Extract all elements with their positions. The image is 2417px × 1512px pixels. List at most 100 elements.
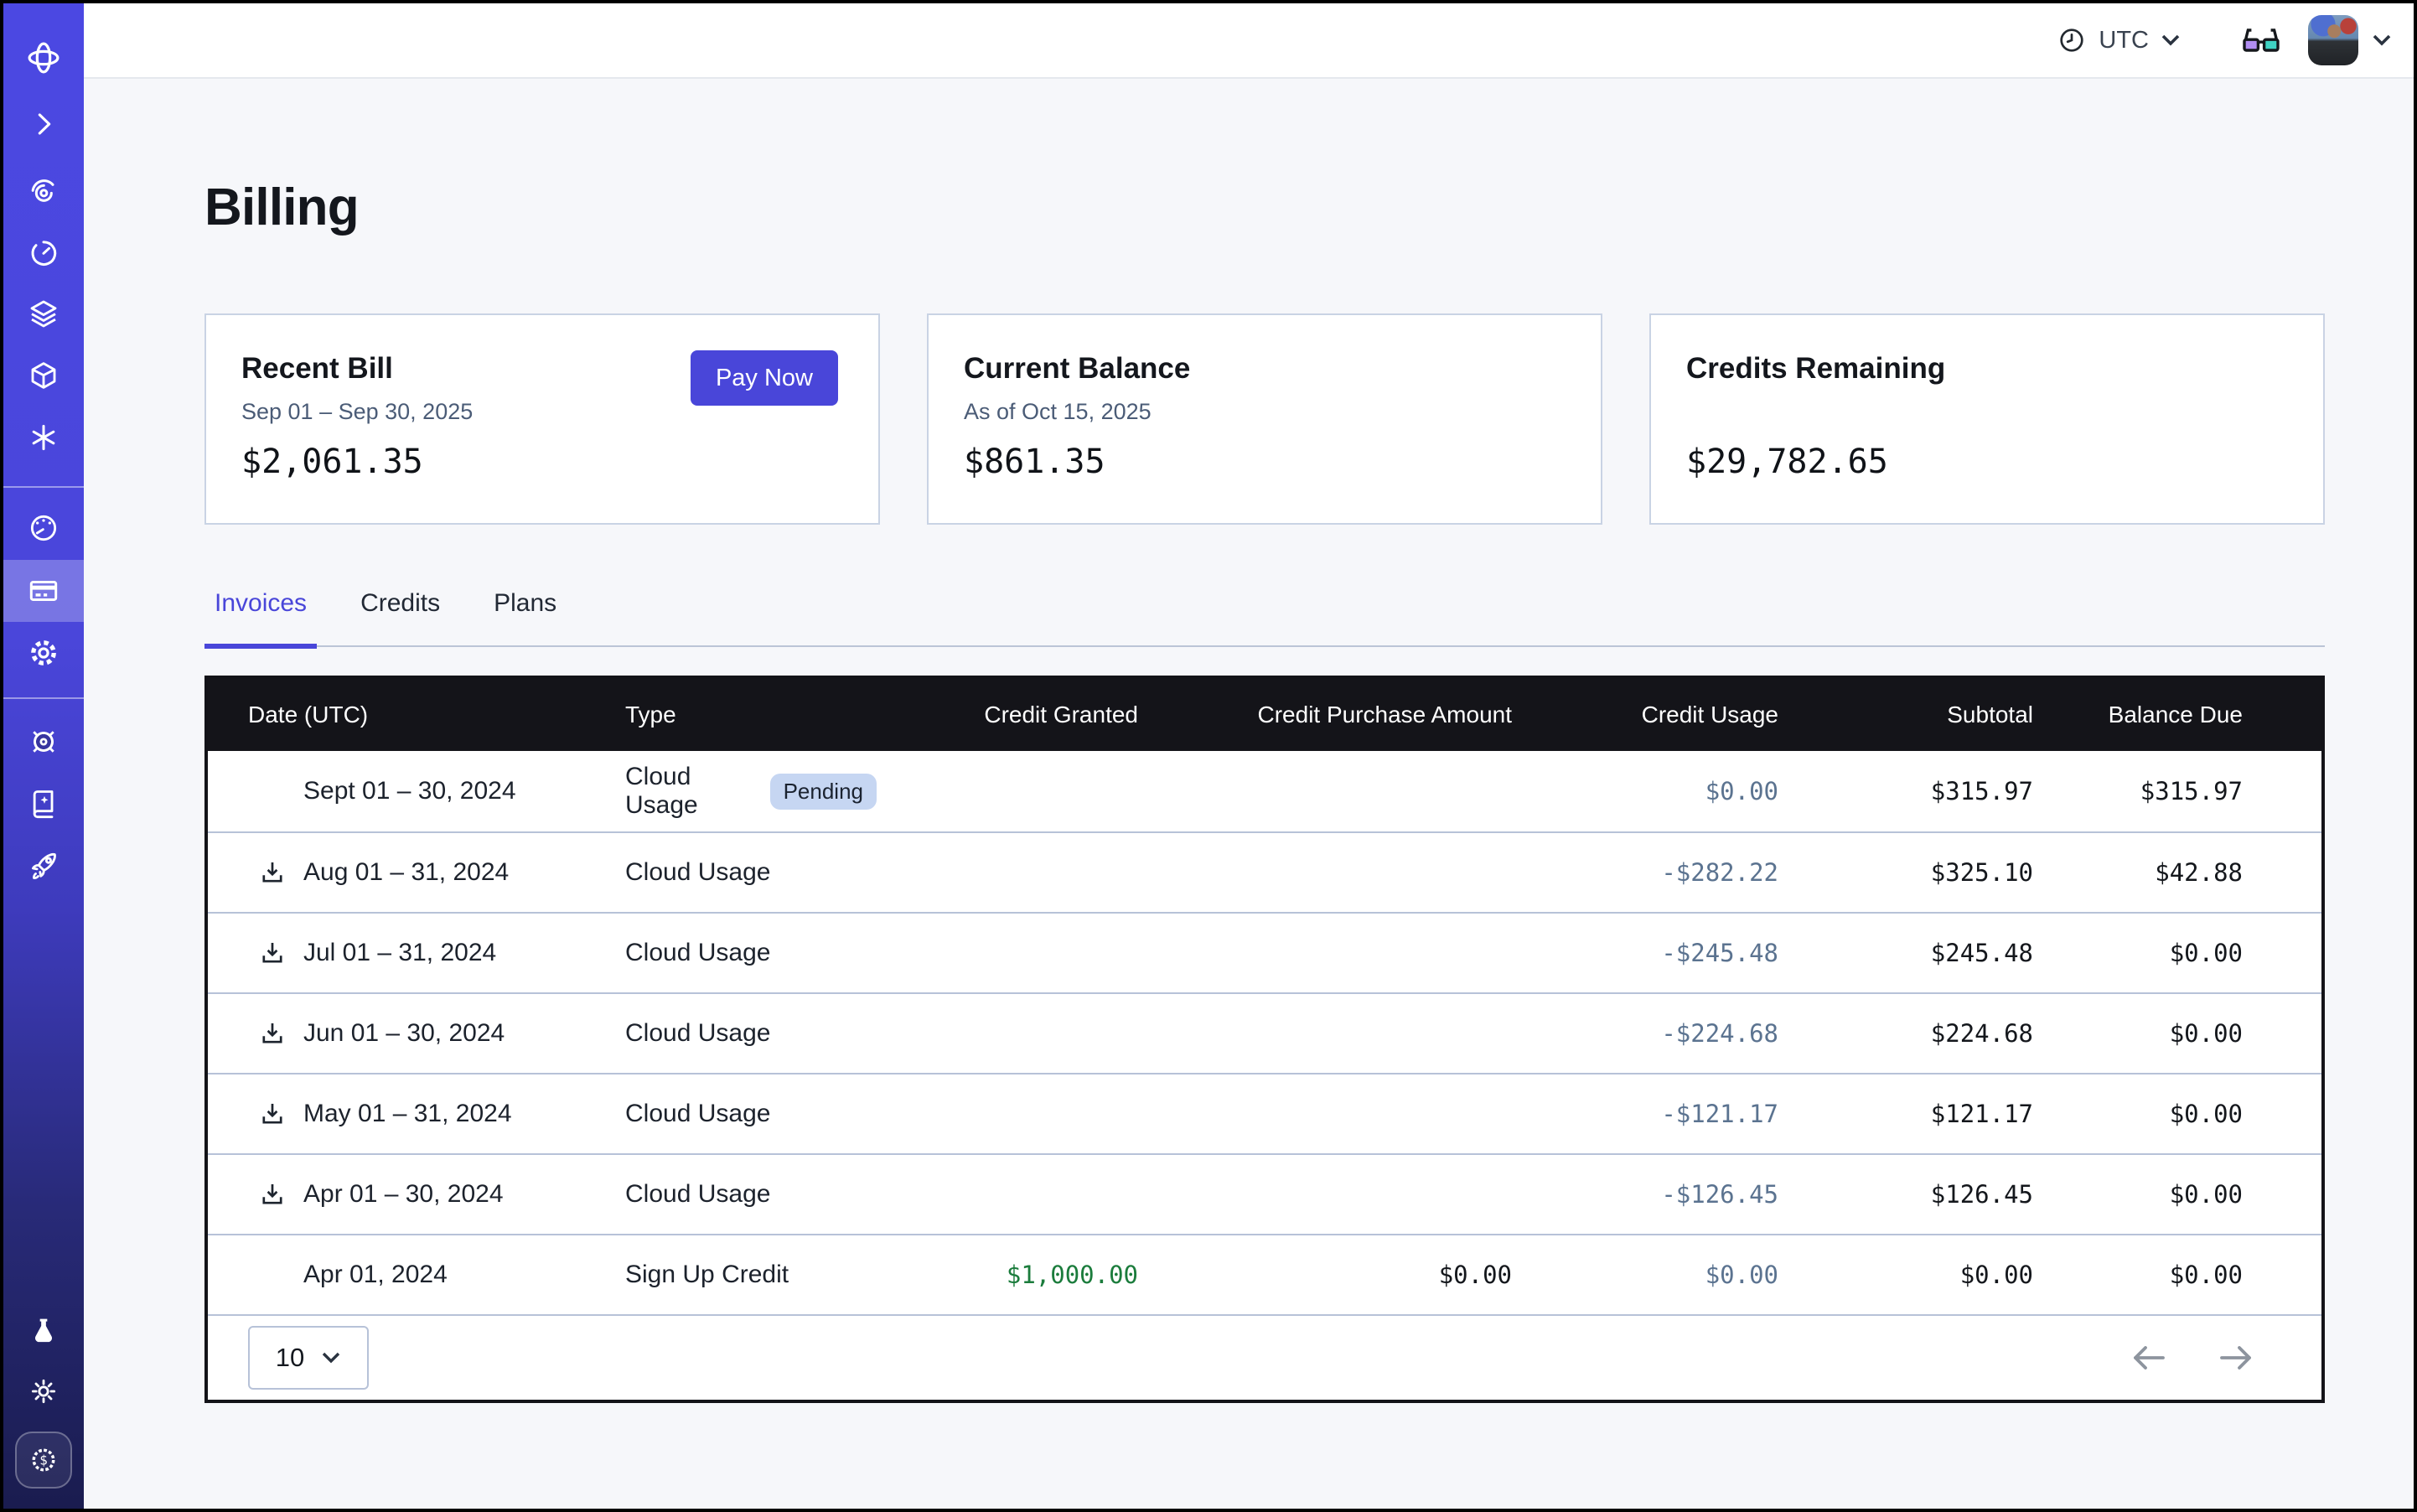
balance-as-of: As of Oct 15, 2025 <box>964 399 1152 425</box>
topbar: UTC <box>84 3 2414 79</box>
chevron-down-icon <box>2161 33 2181 48</box>
column-header-credit-granted: Credit Granted <box>877 702 1178 728</box>
billing-page: $ UTC Billing Recent Bill Sep 01 – Sep 3… <box>0 0 2417 1512</box>
subtotal-cell: $325.10 <box>1819 858 2073 887</box>
invoice-type: Cloud Usage <box>625 1180 770 1209</box>
invoice-date-cell: Apr 01, 2024 <box>208 1261 625 1289</box>
ship-wheel-icon[interactable] <box>3 724 84 759</box>
asterisk-icon[interactable] <box>3 421 84 454</box>
invoice-type-cell: Cloud UsagePending <box>625 763 877 820</box>
billing-card-icon[interactable] <box>3 573 84 608</box>
credit-granted-cell: $1,000.00 <box>877 1261 1178 1289</box>
table-row: Apr 01 – 30, 2024Cloud Usage -$126.45$126… <box>208 1153 2321 1234</box>
user-avatar <box>2308 15 2358 65</box>
next-page-arrow[interactable] <box>2218 1344 2254 1371</box>
layers-icon[interactable] <box>3 297 84 330</box>
download-invoice-icon[interactable] <box>258 1180 287 1209</box>
credits-remaining-card: Credits Remaining $29,782.65 <box>1649 313 2325 525</box>
column-header-type: Type <box>625 702 877 728</box>
invoice-type: Cloud Usage <box>625 939 770 967</box>
sidebar: $ <box>3 3 84 1509</box>
table-footer: 10 <box>208 1314 2321 1400</box>
docs-book-icon[interactable] <box>3 786 84 820</box>
usage-gauge-icon[interactable] <box>3 511 84 545</box>
invoice-type-cell: Sign Up Credit <box>625 1261 877 1289</box>
page-title: Billing <box>204 178 359 237</box>
invoice-type: Cloud Usage <box>625 1100 770 1128</box>
table-row: Apr 01, 2024Sign Up Credit$1,000.00$0.00… <box>208 1234 2321 1314</box>
invoice-type-cell: Cloud Usage <box>625 939 877 967</box>
table-row: Sept 01 – 30, 2024 Cloud UsagePending $0.0… <box>208 751 2321 831</box>
download-invoice-icon[interactable] <box>258 939 287 967</box>
credit-usage-cell: -$224.68 <box>1552 1019 1819 1048</box>
table-row: May 01 – 31, 2024Cloud Usage-$121.17$121… <box>208 1073 2321 1153</box>
pagination-controls <box>2130 1344 2254 1371</box>
invoice-date-cell: Apr 01 – 30, 2024 <box>208 1180 625 1209</box>
invoice-date: Jul 01 – 31, 2024 <box>303 939 496 967</box>
subtotal-cell: $0.00 <box>1819 1261 2073 1289</box>
page-size-select[interactable]: 10 <box>248 1326 369 1390</box>
tab-invoices[interactable]: Invoices <box>204 585 317 645</box>
invoice-type: Sign Up Credit <box>625 1261 789 1289</box>
credits-remaining-amount: $29,782.65 <box>1686 443 1888 481</box>
current-balance-amount: $861.35 <box>964 443 1105 481</box>
chevron-down-icon <box>2372 33 2392 48</box>
labs-flask-icon[interactable] <box>3 1314 84 1348</box>
subtotal-cell: $126.45 <box>1819 1180 2073 1209</box>
billing-tabs: Invoices Credits Plans <box>204 585 2325 647</box>
rocket-icon[interactable] <box>3 848 84 883</box>
clock-icon <box>2057 25 2087 55</box>
card-title: Credits Remaining <box>1686 352 1945 386</box>
table-header-row: Date (UTC) Type Credit Granted Credit Pu… <box>208 679 2321 751</box>
reader-glasses-button[interactable] <box>2241 25 2281 55</box>
settings-gear-icon[interactable] <box>3 635 84 671</box>
balance-due-cell: $0.00 <box>2073 1261 2321 1289</box>
invoice-date-cell: Jun 01 – 30, 2024 <box>208 1019 625 1048</box>
timezone-label: UTC <box>2099 27 2149 54</box>
credit-usage-cell: -$121.17 <box>1552 1100 1819 1128</box>
download-invoice-icon[interactable] <box>258 858 287 887</box>
invoice-date: Jun 01 – 30, 2024 <box>303 1019 505 1048</box>
balance-due-cell: $0.00 <box>2073 1180 2321 1209</box>
download-placeholder <box>258 777 287 805</box>
subtotal-cell: $315.97 <box>1819 777 2073 805</box>
download-invoice-icon[interactable] <box>258 1100 287 1128</box>
account-menu[interactable] <box>2308 15 2392 65</box>
credit-usage-cell: $0.00 <box>1552 1261 1819 1289</box>
invoice-date: Apr 01, 2024 <box>303 1261 448 1289</box>
invoice-date: Sept 01 – 30, 2024 <box>303 777 516 805</box>
trace-spiral-icon[interactable] <box>3 174 84 208</box>
invoice-date: May 01 – 31, 2024 <box>303 1100 512 1128</box>
download-invoice-icon[interactable] <box>258 1019 287 1048</box>
sidebar-divider <box>3 486 84 488</box>
balance-due-cell: $0.00 <box>2073 1019 2321 1048</box>
invoices-table: Date (UTC) Type Credit Granted Credit Pu… <box>204 676 2325 1403</box>
tab-credits[interactable]: Credits <box>350 585 450 645</box>
dollar-badge-button[interactable]: $ <box>15 1432 72 1489</box>
column-header-credit-purchase-amount: Credit Purchase Amount <box>1178 702 1552 728</box>
balance-due-cell: $0.00 <box>2073 939 2321 967</box>
credit-usage-cell: $0.00 <box>1552 777 1819 805</box>
orbit-logo-icon[interactable] <box>3 39 84 77</box>
invoice-type-cell: Cloud Usage <box>625 1100 877 1128</box>
theme-sun-icon[interactable] <box>3 1375 84 1408</box>
timezone-selector[interactable]: UTC <box>2057 25 2181 55</box>
column-header-credit-usage: Credit Usage <box>1552 702 1819 728</box>
invoice-date: Aug 01 – 31, 2024 <box>303 858 509 887</box>
expand-chevron-icon[interactable] <box>3 107 84 141</box>
table-row: Aug 01 – 31, 2024Cloud Usage-$282.22$325… <box>208 831 2321 912</box>
invoice-date-cell: Jul 01 – 31, 2024 <box>208 939 625 967</box>
card-title: Recent Bill <box>241 352 393 386</box>
chevron-down-icon <box>321 1350 341 1365</box>
card-title: Current Balance <box>964 352 1190 386</box>
credit-purchase-amount-cell: $0.00 <box>1178 1261 1552 1289</box>
tab-plans[interactable]: Plans <box>484 585 567 645</box>
svg-text:$: $ <box>39 1452 47 1468</box>
dollar-badge-icon: $ <box>26 1442 61 1478</box>
credit-usage-cell: -$126.45 <box>1552 1180 1819 1209</box>
pay-now-button[interactable]: Pay Now <box>691 350 838 406</box>
column-header-balance-due: Balance Due <box>2073 702 2321 728</box>
cube-icon[interactable] <box>3 359 84 392</box>
history-clock-icon[interactable] <box>3 236 84 270</box>
previous-page-arrow[interactable] <box>2130 1344 2167 1371</box>
